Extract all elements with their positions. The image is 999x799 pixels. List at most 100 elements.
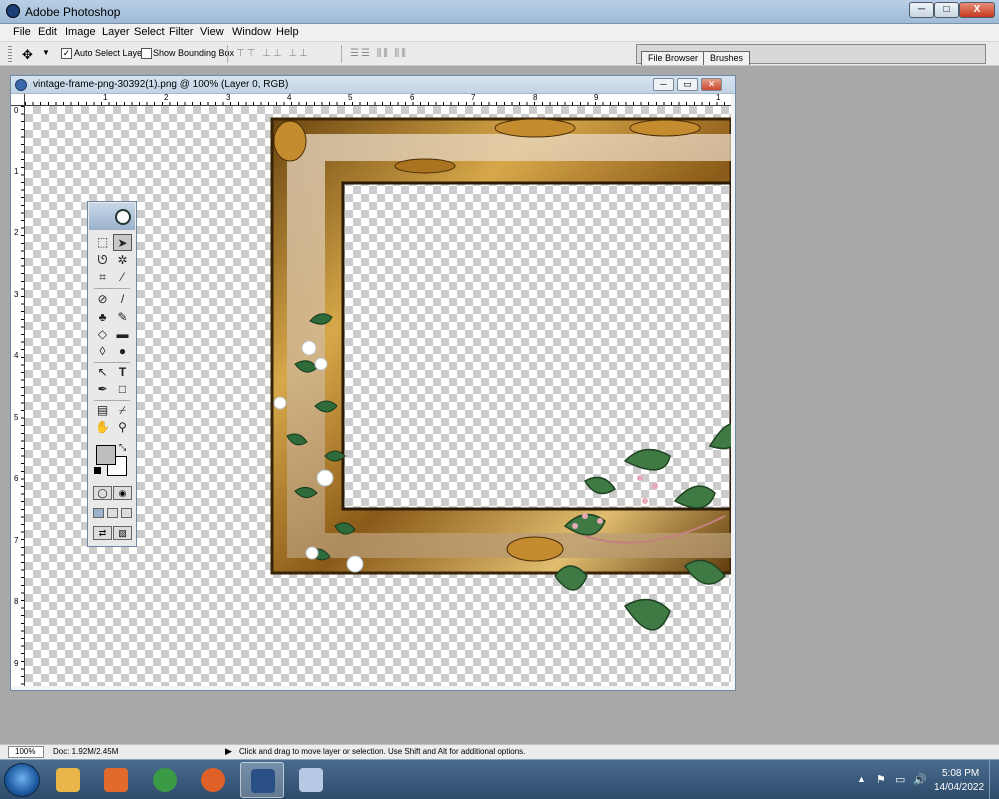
menu-edit[interactable]: Edit (38, 26, 57, 38)
menu-view[interactable]: View (200, 26, 224, 38)
default-colors-icon[interactable] (94, 467, 101, 474)
history-brush-tool-icon[interactable]: ✎ (113, 309, 132, 326)
imageready-icon[interactable]: ▨ (113, 526, 132, 540)
full-screen-menu-mode-button[interactable] (107, 508, 118, 518)
volume-icon[interactable]: 🔊 (913, 773, 927, 786)
clock-date[interactable]: 14/04/2022 (934, 782, 984, 793)
eraser-tool-icon[interactable]: ◇ (93, 326, 112, 343)
photoshop-icon (251, 769, 275, 793)
zoom-tool-icon[interactable]: ⚲ (113, 419, 132, 436)
zoom-level-field[interactable]: 100% (8, 746, 44, 758)
taskbar-chrome[interactable] (143, 762, 187, 798)
clock-time[interactable]: 5:08 PM (942, 768, 979, 779)
options-bar: ✥ ▼ ✓ Auto Select Layer Show Bounding Bo… (0, 42, 999, 66)
media-player-icon (104, 768, 128, 792)
full-screen-mode-button[interactable] (121, 508, 132, 518)
menu-filter[interactable]: Filter (169, 26, 193, 38)
maximize-button[interactable]: □ (934, 2, 959, 18)
marquee-tool-icon[interactable]: ⬚ (93, 234, 112, 251)
shape-tool-icon[interactable]: □ (113, 381, 132, 398)
brush-tool-icon[interactable]: / (113, 291, 132, 308)
move-tool-icon[interactable]: ➤ (113, 234, 132, 251)
standard-mode-button[interactable]: ◯ (93, 486, 112, 500)
path-selection-tool-icon[interactable]: ↖ (93, 364, 112, 381)
gradient-tool-icon[interactable]: ▬ (113, 326, 132, 343)
doc-minimize-button[interactable]: ─ (653, 78, 674, 91)
separator (94, 362, 130, 363)
options-bar-grip[interactable] (8, 46, 12, 62)
eyedropper-tool-icon[interactable]: ⌿ (113, 402, 132, 419)
menu-file[interactable]: File (13, 26, 31, 38)
tab-brushes[interactable]: Brushes (703, 51, 751, 65)
menu-select[interactable]: Select (134, 26, 165, 38)
close-button[interactable]: X (959, 2, 995, 18)
windows-taskbar: ▲ ⚑ ▭ 🔊 5:08 PM 14/04/2022 (0, 759, 999, 799)
quick-mask-mode-button[interactable]: ◉ (113, 486, 132, 500)
taskbar-paint[interactable] (289, 762, 333, 798)
ruler-label: 5 (14, 413, 19, 422)
horizontal-ruler[interactable]: 1 2 3 4 5 6 7 8 9 1 (25, 94, 731, 106)
status-bar: 100% Doc: 1.92M/2.45M ▶ Click and drag t… (0, 744, 999, 759)
separator (94, 288, 130, 289)
align-edges-icons[interactable]: ⊤⊤ ⊥⊥ ⊥⊥ (236, 48, 310, 59)
status-menu-arrow-icon[interactable]: ▶ (225, 746, 232, 757)
taskbar-file-explorer[interactable] (46, 762, 90, 798)
chevron-down-icon[interactable]: ▼ (42, 48, 50, 57)
taskbar-media-player[interactable] (94, 762, 138, 798)
crop-tool-icon[interactable]: ⌗ (93, 269, 112, 286)
document-title-bar[interactable]: vintage-frame-png-30392(1).png @ 100% (L… (11, 76, 735, 94)
firefox-icon (201, 768, 225, 792)
notes-tool-icon[interactable]: ▤ (93, 402, 112, 419)
healing-brush-tool-icon[interactable]: ⊘ (93, 291, 112, 308)
minimize-button[interactable]: ─ (909, 2, 934, 18)
toolbox-header[interactable] (89, 203, 135, 230)
tab-file-browser[interactable]: File Browser (641, 51, 706, 65)
menu-image[interactable]: Image (65, 26, 96, 38)
ruler-label: 8 (14, 597, 19, 606)
action-center-flag-icon[interactable]: ⚑ (876, 773, 886, 786)
lasso-tool-icon[interactable]: ᘎ (93, 252, 112, 269)
standard-screen-mode-button[interactable] (93, 508, 104, 518)
separator (227, 45, 228, 63)
start-button[interactable] (4, 763, 40, 797)
ruler-label: 9 (594, 94, 599, 102)
taskbar-photoshop[interactable] (240, 762, 284, 798)
magic-wand-tool-icon[interactable]: ✲ (113, 252, 132, 269)
type-tool-icon[interactable]: T (113, 364, 132, 381)
show-hidden-icons-button[interactable]: ▲ (857, 774, 866, 784)
show-desktop-button[interactable] (989, 760, 999, 799)
doc-maximize-button[interactable]: ▭ (677, 78, 698, 91)
ruler-label: 4 (14, 351, 19, 360)
photoshop-logo-icon[interactable] (115, 209, 131, 225)
blur-tool-icon[interactable]: ◊ (93, 343, 112, 360)
distribute-icons[interactable]: ☰☰ ⫼⫼ ⫼⫼ (350, 48, 408, 59)
doc-close-button[interactable]: ✕ (701, 78, 722, 91)
auto-select-layer-checkbox[interactable]: ✓ (61, 48, 72, 59)
document-title: vintage-frame-png-30392(1).png @ 100% (L… (33, 79, 289, 90)
ruler-label: 1 (716, 94, 721, 102)
menu-bar: File Edit Image Layer Select Filter View… (0, 24, 999, 42)
dodge-tool-icon[interactable]: ● (113, 343, 132, 360)
move-tool-preset-icon[interactable]: ✥ (22, 47, 33, 63)
taskbar-firefox[interactable] (191, 762, 235, 798)
ruler-label: 6 (410, 94, 415, 102)
ruler-origin[interactable] (11, 94, 25, 106)
show-bounding-box-checkbox[interactable] (141, 48, 152, 59)
menu-help[interactable]: Help (276, 26, 299, 38)
ruler-label: 7 (14, 536, 19, 545)
hand-tool-icon[interactable]: ✋ (93, 419, 112, 436)
network-icon[interactable]: ▭ (895, 773, 905, 786)
vertical-ruler[interactable]: 0 1 2 3 4 5 6 7 8 9 (11, 106, 25, 686)
slice-tool-icon[interactable]: ⁄ (113, 269, 132, 286)
ruler-label: 7 (471, 94, 476, 102)
menu-window[interactable]: Window (232, 26, 271, 38)
separator (341, 45, 342, 63)
show-bounding-box-label: Show Bounding Box (153, 48, 235, 58)
jump-to-imageready-button[interactable]: ⇄ (93, 526, 112, 540)
pen-tool-icon[interactable]: ✒ (93, 381, 112, 398)
swap-colors-icon[interactable]: ⤡ (119, 442, 126, 453)
ruler-label: 0 (14, 106, 19, 115)
foreground-color-swatch[interactable] (96, 445, 116, 465)
clone-stamp-tool-icon[interactable]: ♣ (93, 309, 112, 326)
menu-layer[interactable]: Layer (102, 26, 130, 38)
